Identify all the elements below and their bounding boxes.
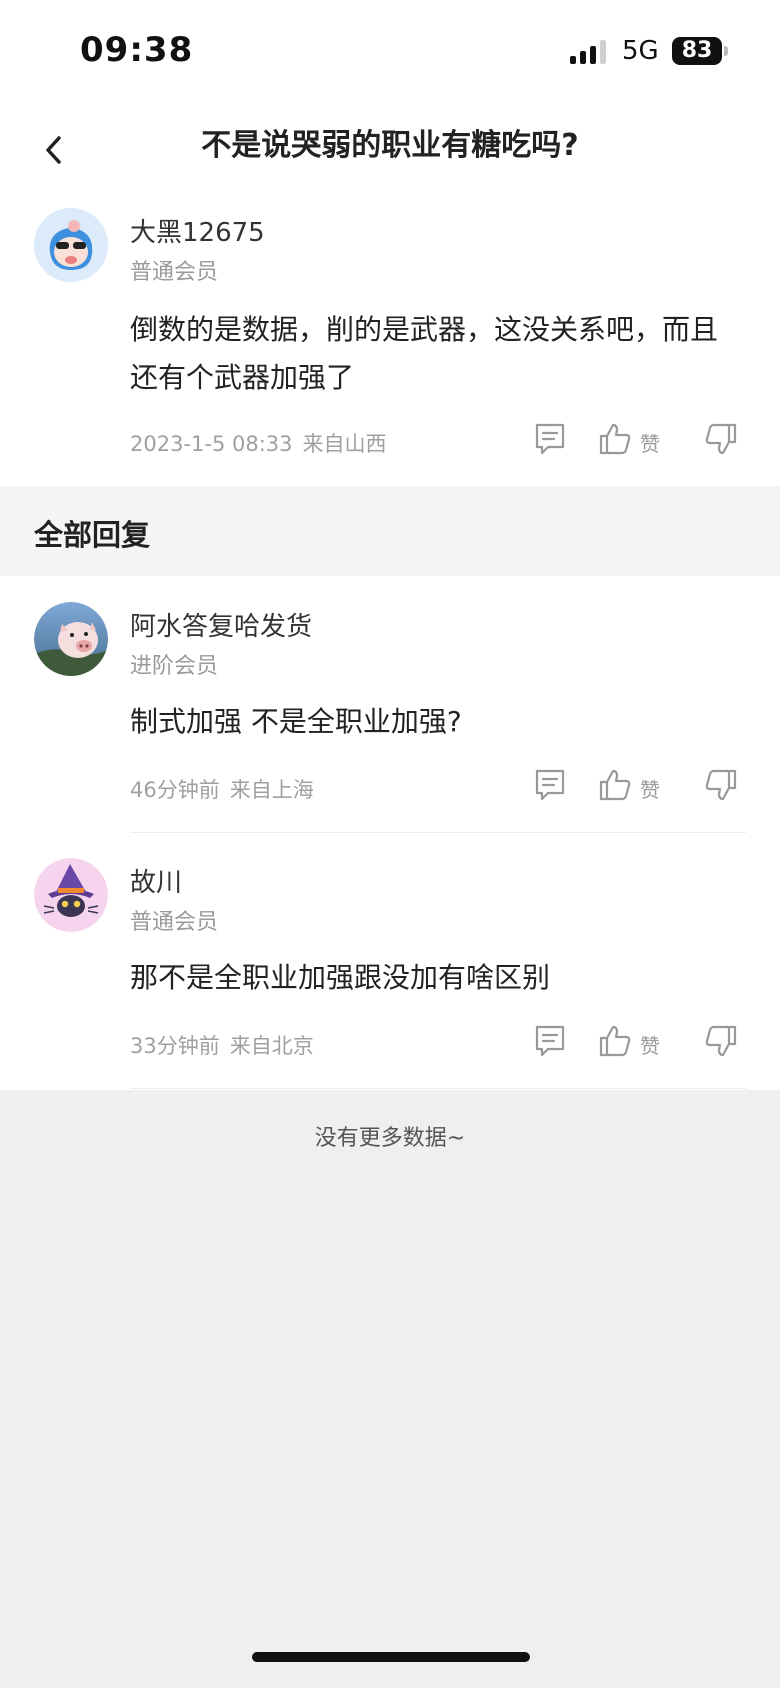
post-time: 2023-1-5 08:33: [130, 432, 293, 456]
post-location: 来自山西: [302, 432, 387, 456]
all-replies-header: 全部回复: [0, 486, 780, 576]
reply-meta: 33分钟前 来自北京: [130, 1030, 314, 1060]
post-actions: 赞: [534, 422, 744, 462]
main-post: 大黑12675 普通会员 倒数的是数据，削的是武器，这没关系吧，而且还有个武器加…: [0, 200, 780, 486]
post-meta: 2023-1-5 08:33 来自山西: [130, 428, 387, 458]
home-indicator[interactable]: [252, 1652, 530, 1662]
status-time: 09:38: [80, 30, 194, 70]
reply-member-level: 进阶会员: [130, 654, 219, 679]
reply-content: 制式加强 不是全职业加强?: [130, 705, 462, 738]
nav-bar: 不是说哭弱的职业有糖吃吗?: [0, 100, 780, 200]
reply-actions: 赞: [534, 768, 744, 808]
like-label[interactable]: 赞: [640, 1030, 660, 1059]
reply-username[interactable]: 阿水答复哈发货: [130, 606, 312, 643]
like-icon[interactable]: [598, 768, 634, 808]
post-content: 倒数的是数据，削的是武器，这没关系吧，而且还有个武器加强了: [130, 313, 719, 394]
reply-username[interactable]: 故川: [130, 862, 182, 899]
page-title: 不是说哭弱的职业有糖吃吗?: [201, 128, 579, 163]
post-member-level: 普通会员: [130, 260, 219, 285]
comment-icon[interactable]: [534, 422, 570, 462]
network-type: 5G: [622, 36, 659, 66]
reply-divider: [130, 832, 746, 833]
reply-location: 来自北京: [229, 1034, 314, 1058]
avatar[interactable]: [34, 602, 108, 676]
battery-icon: 83: [672, 37, 722, 65]
signal-icon: [570, 40, 610, 64]
reply-content: 那不是全职业加强跟没加有啥区别: [130, 961, 551, 994]
reply-time: 33分钟前: [130, 1034, 220, 1058]
reply-divider: [130, 1088, 746, 1089]
no-more-data: 没有更多数据~: [314, 1126, 466, 1151]
back-icon[interactable]: [34, 122, 74, 178]
like-label[interactable]: 赞: [640, 774, 660, 803]
post-username[interactable]: 大黑12675: [130, 212, 265, 249]
reply-location: 来自上海: [229, 778, 314, 802]
reply-time: 46分钟前: [130, 778, 220, 802]
like-label[interactable]: 赞: [640, 428, 660, 457]
like-icon[interactable]: [598, 1024, 634, 1064]
battery-tip: [724, 46, 728, 56]
dislike-icon[interactable]: [704, 422, 740, 462]
like-icon[interactable]: [598, 422, 634, 462]
comment-icon[interactable]: [534, 768, 570, 808]
comment-icon[interactable]: [534, 1024, 570, 1064]
dislike-icon[interactable]: [704, 1024, 740, 1064]
reply-list: 阿水答复哈发货 进阶会员 制式加强 不是全职业加强? 46分钟前来自上海 赞: [0, 576, 780, 1090]
status-bar: 09:38 5G 83: [0, 0, 780, 100]
reply-meta: 46分钟前 来自上海: [130, 774, 314, 804]
reply-member-level: 普通会员: [130, 910, 219, 935]
dislike-icon[interactable]: [704, 768, 740, 808]
section-title: 全部回复: [34, 518, 151, 552]
avatar[interactable]: [34, 858, 108, 932]
reply-actions: 赞: [534, 1024, 744, 1064]
avatar[interactable]: [34, 208, 108, 282]
